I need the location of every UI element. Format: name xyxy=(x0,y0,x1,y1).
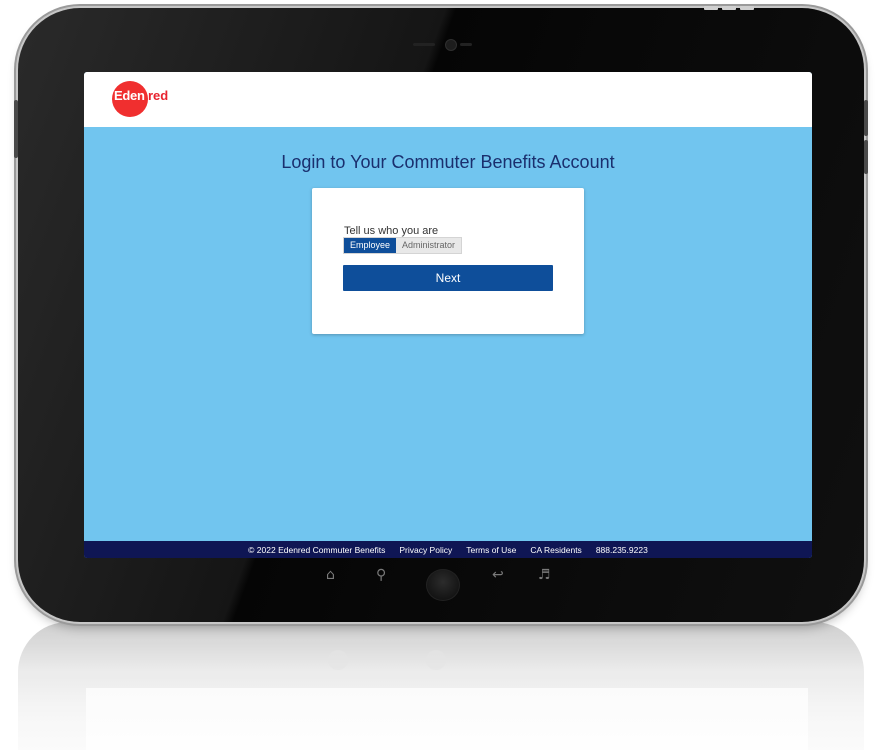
login-card: Tell us who you are Employee Administrat… xyxy=(312,188,584,334)
camera-icon xyxy=(445,39,457,51)
footer-link-privacy[interactable]: Privacy Policy xyxy=(399,545,452,555)
side-button-right-top xyxy=(864,100,868,136)
side-button-left xyxy=(14,100,18,158)
site-footer: © 2022 Edenred Commuter Benefits Privacy… xyxy=(84,541,812,558)
page-title: Login to Your Commuter Benefits Account xyxy=(281,152,615,172)
tablet-reflection xyxy=(18,622,864,750)
device-screen: Eden red Login to Your Commuter Benefits… xyxy=(84,72,812,558)
volume-icon[interactable]: ♬ xyxy=(538,568,551,582)
footer-link-terms[interactable]: Terms of Use xyxy=(466,545,516,555)
search-icon[interactable]: ⚲ xyxy=(376,568,386,582)
back-icon[interactable]: ↩ xyxy=(492,568,504,582)
side-button-right-bottom xyxy=(864,140,868,174)
footer-copyright: © 2022 Edenred Commuter Benefits xyxy=(248,544,386,555)
sensor-right xyxy=(460,43,472,46)
stage: Eden red Login to Your Commuter Benefits… xyxy=(0,0,882,750)
role-option-employee[interactable]: Employee xyxy=(344,238,397,253)
footer-link-ca-residents[interactable]: CA Residents xyxy=(530,545,582,555)
sensor-left xyxy=(413,43,435,46)
logo-text: Eden xyxy=(114,88,145,103)
top-button-1 xyxy=(704,6,718,10)
role-toggle: Employee Administrator xyxy=(343,237,463,254)
reflection-screen xyxy=(86,688,808,750)
role-prompt: Tell us who you are xyxy=(344,225,439,237)
site-header: Eden red xyxy=(84,72,812,127)
role-option-administrator[interactable]: Administrator xyxy=(396,238,462,253)
next-button[interactable]: Next xyxy=(343,265,553,291)
top-button-2 xyxy=(722,6,736,10)
footer-phone[interactable]: 888.235.9223 xyxy=(596,545,648,555)
home-icon[interactable]: ⌂ xyxy=(326,568,335,582)
logo-text-tail: red xyxy=(148,88,169,103)
top-button-3 xyxy=(740,6,754,10)
home-button[interactable] xyxy=(426,569,460,601)
